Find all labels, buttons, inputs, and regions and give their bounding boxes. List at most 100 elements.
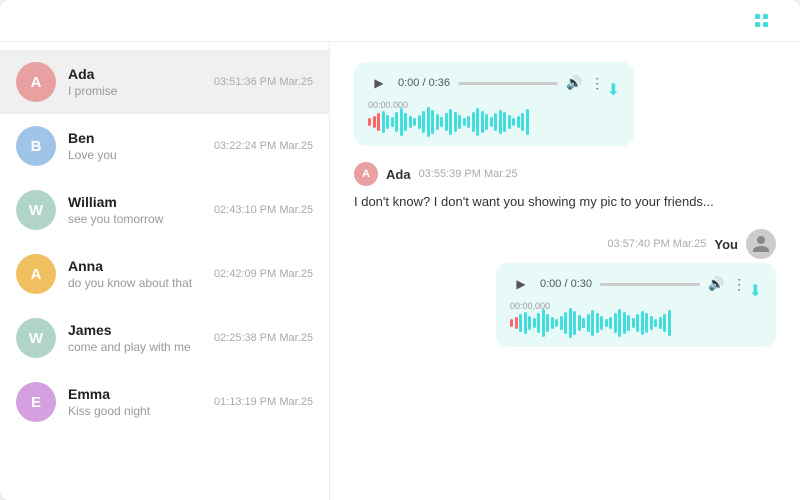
avatar-ada: A — [16, 62, 56, 102]
chat-name-ada: Ada — [68, 66, 202, 82]
audio-bubble-outgoing: ▶ 0:00 / 0:30 🔊 ⋮ ⬇ 00:00.000 — [496, 263, 776, 347]
chat-item-ada[interactable]: A Ada I promise 03:51:36 PM Mar.25 — [0, 50, 329, 114]
chat-preview-james: come and play with me — [68, 340, 202, 354]
chat-info-ben: Ben Love you — [68, 130, 202, 162]
waveform-bar — [409, 116, 412, 128]
download-icon-out[interactable]: ⬇ — [749, 281, 762, 301]
chat-name-emma: Emma — [68, 386, 202, 402]
waveform-bar — [458, 115, 461, 129]
waveform-bar — [596, 313, 599, 333]
waveform-bar — [623, 312, 626, 334]
waveform-bar — [377, 113, 380, 131]
audio-time-out: 0:00 / 0:30 — [540, 278, 592, 290]
chat-name-ben: Ben — [68, 130, 202, 146]
audio-controls: ▶ 0:00 / 0:36 🔊 ⋮ — [368, 72, 604, 94]
volume-icon-out[interactable]: 🔊 — [708, 276, 724, 292]
waveform-bar — [440, 117, 443, 127]
waveform-bar — [485, 114, 488, 130]
waveform-bar — [614, 313, 617, 333]
grid-icon[interactable] — [755, 14, 768, 27]
chat-item-emma[interactable]: E Emma Kiss good night 01:13:19 PM Mar.2… — [0, 370, 329, 434]
audio-controls-out: ▶ 0:00 / 0:30 🔊 ⋮ — [510, 273, 746, 295]
waveform-bar — [391, 117, 394, 127]
waveform-bar — [537, 313, 540, 333]
waveform-bar — [436, 114, 439, 130]
waveform-bar — [499, 110, 502, 134]
chat-info-james: James come and play with me — [68, 322, 202, 354]
waveform-bar — [654, 319, 657, 327]
audio-bubble-incoming: ▶ 0:00 / 0:36 🔊 ⋮ ⬇ 00:00.000 — [354, 62, 634, 146]
volume-icon[interactable]: 🔊 — [566, 75, 582, 91]
waveform-bar — [449, 109, 452, 135]
chat-item-anna[interactable]: A Anna do you know about that 02:42:09 P… — [0, 242, 329, 306]
message-row-msg2: A Ada 03:55:39 PM Mar.25 I don't know? I… — [354, 162, 776, 213]
chat-info-emma: Emma Kiss good night — [68, 386, 202, 418]
waveform-bar — [600, 316, 603, 330]
waveform-bar — [564, 312, 567, 334]
waveform-bar — [382, 111, 385, 133]
waveform-bar — [551, 317, 554, 329]
waveform-bar — [524, 312, 527, 334]
message-row-msg1: ▶ 0:00 / 0:36 🔊 ⋮ ⬇ 00:00.000 — [354, 62, 776, 146]
sender-time: 03:55:39 PM Mar.25 — [419, 168, 518, 180]
outgoing-label: You — [714, 237, 738, 252]
text-bubble: I don't know? I don't want you showing m… — [354, 190, 714, 213]
chat-item-william[interactable]: W William see you tomorrow 02:43:10 PM M… — [0, 178, 329, 242]
chat-item-james[interactable]: W James come and play with me 02:25:38 P… — [0, 306, 329, 370]
waveform-bar — [519, 314, 522, 332]
chat-time-emma: 01:13:19 PM Mar.25 — [214, 396, 313, 408]
waveform-timestamp-out: 00:00.000 — [510, 301, 550, 311]
waveform-bar — [386, 115, 389, 129]
waveform-bar — [668, 310, 671, 336]
messages-area: ▶ 0:00 / 0:36 🔊 ⋮ ⬇ 00:00.000 — [330, 42, 800, 500]
waveform-bar — [515, 317, 518, 329]
progress-bar-out[interactable] — [600, 283, 700, 286]
waveform-bar — [632, 318, 635, 328]
progress-bar[interactable] — [458, 82, 558, 85]
avatar-anna: A — [16, 254, 56, 294]
waveform-bar — [467, 116, 470, 128]
avatar-ben: B — [16, 126, 56, 166]
more-icon-out[interactable]: ⋮ — [732, 276, 746, 293]
chat-name-james: James — [68, 322, 202, 338]
waveform-bar — [650, 316, 653, 330]
chat-item-ben[interactable]: B Ben Love you 03:22:24 PM Mar.25 — [0, 114, 329, 178]
play-button[interactable]: ▶ — [368, 72, 390, 94]
waveform-bar — [413, 118, 416, 126]
waveform-bar — [418, 115, 421, 129]
more-icon[interactable]: ⋮ — [590, 75, 604, 92]
waveform-bar — [427, 107, 430, 137]
waveform-bar — [578, 315, 581, 331]
waveform-bar — [517, 116, 520, 128]
chat-preview-william: see you tomorrow — [68, 212, 202, 226]
waveform-bar — [636, 314, 639, 332]
waveform-bar — [481, 111, 484, 133]
waveform-timestamp: 00:00.000 — [368, 100, 408, 110]
waveform-bar — [659, 317, 662, 329]
waveform-bar — [645, 313, 648, 333]
chat-preview-anna: do you know about that — [68, 276, 202, 290]
waveform-bars-out — [510, 308, 762, 338]
waveform-bar — [510, 319, 513, 327]
main-content: A Ada I promise 03:51:36 PM Mar.25 B Ben… — [0, 42, 800, 500]
waveform-bar — [546, 314, 549, 332]
chat-time-ada: 03:51:36 PM Mar.25 — [214, 76, 313, 88]
waveform-bar — [373, 116, 376, 128]
waveform-bar — [472, 112, 475, 132]
download-icon[interactable]: ⬇ — [607, 80, 620, 100]
waveform-bar — [454, 112, 457, 132]
chat-name-william: William — [68, 194, 202, 210]
chat-preview-ada: I promise — [68, 84, 202, 98]
waveform-bar — [404, 113, 407, 131]
avatar-james: W — [16, 318, 56, 358]
waveform-bar — [591, 310, 594, 336]
audio-time: 0:00 / 0:36 — [398, 77, 450, 89]
play-button-out[interactable]: ▶ — [510, 273, 532, 295]
waveform-bar — [508, 115, 511, 129]
waveform-bar — [641, 311, 644, 335]
waveform-out: 00:00.000 — [510, 301, 762, 337]
sender-info: A Ada 03:55:39 PM Mar.25 — [354, 162, 518, 186]
titlebar-actions — [755, 14, 780, 27]
waveform-bar — [569, 308, 572, 338]
waveform-bar — [463, 118, 466, 126]
